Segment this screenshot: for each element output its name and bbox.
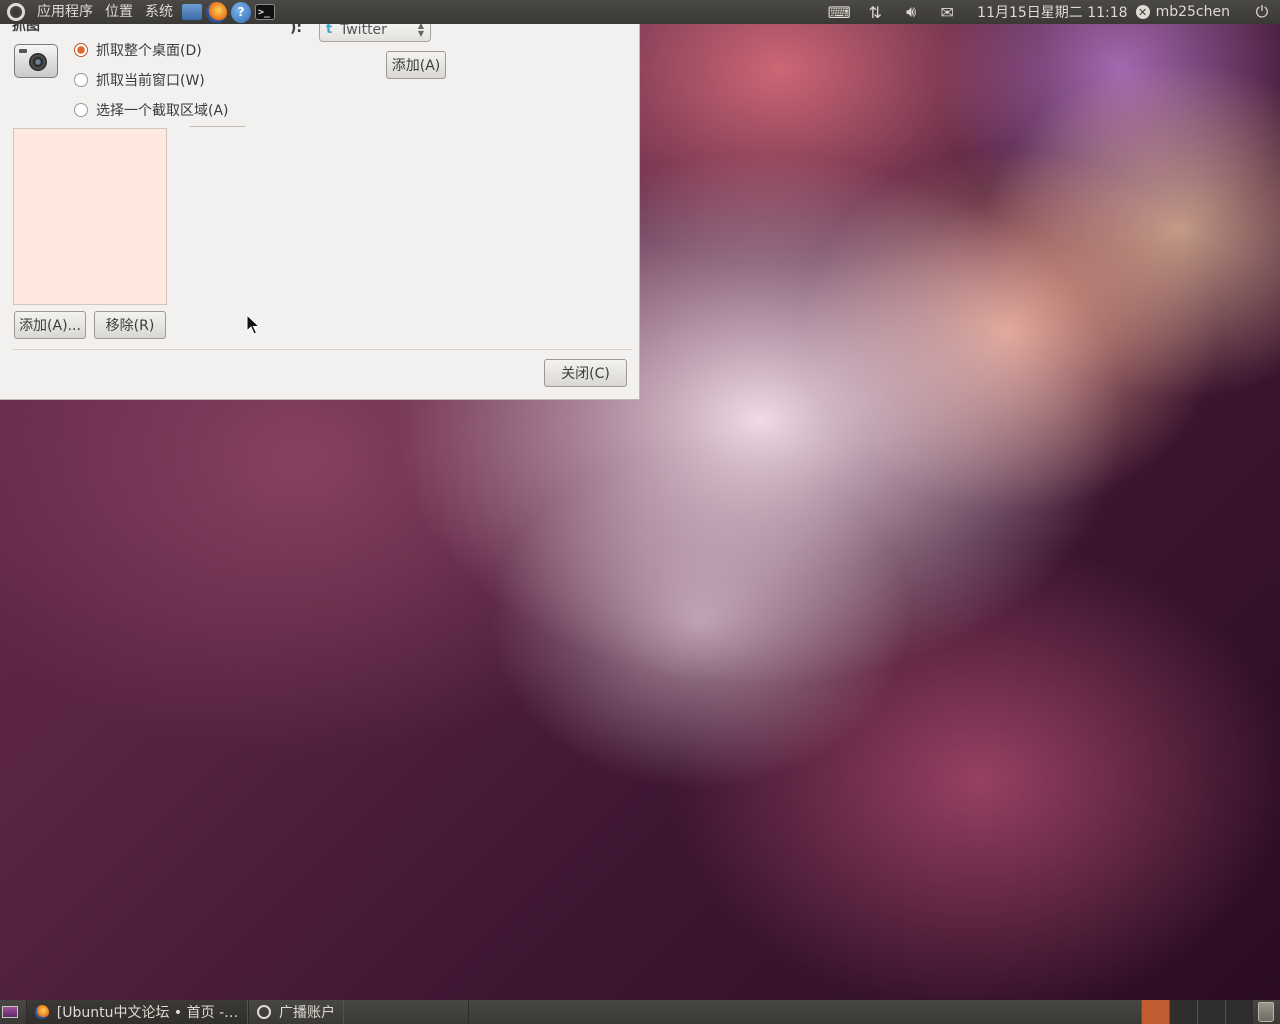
taskbar-empty-area xyxy=(468,1000,1138,1024)
help-launcher[interactable]: ? xyxy=(229,1,251,23)
add-button[interactable]: 添加(A)... xyxy=(14,311,86,339)
broadcast-icon xyxy=(257,1005,271,1019)
computer-launcher[interactable] xyxy=(181,1,203,23)
help-icon: ? xyxy=(231,1,251,23)
workspace-2[interactable] xyxy=(1169,1000,1197,1024)
user-menu[interactable]: ✕ mb25chen xyxy=(1135,4,1230,20)
task-firefox[interactable]: [Ubuntu中文论坛 • 首页 - ... xyxy=(26,1000,248,1024)
workspace-4[interactable] xyxy=(1225,1000,1253,1024)
network-icon[interactable]: ⇅ xyxy=(863,0,887,24)
menu-applications[interactable]: 应用程序 xyxy=(31,0,99,24)
mail-icon[interactable]: ✉ xyxy=(935,0,959,24)
terminal-launcher[interactable]: >_ xyxy=(253,1,275,23)
dialog-separator xyxy=(12,349,632,350)
divider xyxy=(190,126,245,127)
account-list[interactable] xyxy=(13,128,167,305)
select-arrows-icon: ▲ ▼ xyxy=(417,24,424,38)
bottom-panel: [Ubuntu中文论坛 • 首页 - ... 广播账户 xyxy=(0,1000,1280,1024)
radio-window[interactable] xyxy=(74,73,88,87)
power-icon[interactable]: ⏻ xyxy=(1250,0,1274,24)
top-panel: 应用程序 位置 系统 ? >_ ⌨ ⇅ 🔊︎ ✉ 11月15日星期二 11:18… xyxy=(0,0,1280,24)
panel-tray: ⌨ ⇅ 🔊︎ ✉ 11月15日星期二 11:18 ✕ mb25chen ⏻ xyxy=(821,0,1280,24)
provider-select-value: Twitter xyxy=(340,24,387,38)
terminal-icon: >_ xyxy=(255,4,275,20)
task-firefox-label: [Ubuntu中文论坛 • 首页 - ... xyxy=(56,1005,239,1021)
volume-icon[interactable]: 🔊︎ xyxy=(899,0,923,24)
provider-label: ): xyxy=(290,24,302,36)
task-broadcast-label: 广播账户 xyxy=(279,1005,335,1021)
twitter-icon: t xyxy=(326,24,333,37)
show-desktop-icon[interactable] xyxy=(2,1006,18,1018)
computer-icon xyxy=(182,4,202,20)
firefox-icon xyxy=(205,1,227,23)
firefox-launcher[interactable] xyxy=(205,1,227,23)
camera-icon xyxy=(14,44,58,78)
user-status-icon: ✕ xyxy=(1135,5,1150,19)
keyboard-icon[interactable]: ⌨ xyxy=(827,0,851,24)
add-account-button[interactable]: 添加(A) xyxy=(386,51,446,79)
radio-area[interactable] xyxy=(74,103,88,117)
capture-window-label: 抓取当前窗口(W) xyxy=(96,73,205,89)
mouse-cursor-icon xyxy=(246,314,260,335)
workspace-switcher[interactable] xyxy=(1141,1000,1253,1024)
workspace-1[interactable] xyxy=(1141,1000,1169,1024)
capture-area-label: 选择一个截取区域(A) xyxy=(96,103,229,119)
capture-window-option[interactable]: 抓取当前窗口(W) xyxy=(74,70,205,90)
ubuntu-logo-icon[interactable] xyxy=(7,3,25,21)
user-name: mb25chen xyxy=(1155,4,1230,20)
provider-select[interactable]: t Twitter ▲ ▼ xyxy=(319,24,431,42)
capture-desktop-label: 抓取整个桌面(D) xyxy=(96,43,202,59)
radio-desktop[interactable] xyxy=(74,43,88,57)
remove-button[interactable]: 移除(R) xyxy=(94,311,166,339)
menu-system[interactable]: 系统 xyxy=(139,0,179,24)
task-broadcast[interactable]: 广播账户 xyxy=(248,1000,344,1024)
workspace-3[interactable] xyxy=(1197,1000,1225,1024)
clock[interactable]: 11月15日星期二 11:18 xyxy=(977,2,1127,22)
close-button[interactable]: 关闭(C) xyxy=(544,359,627,387)
capture-area-option[interactable]: 选择一个截取区域(A) xyxy=(74,100,229,120)
menu-places[interactable]: 位置 xyxy=(99,0,139,24)
firefox-icon xyxy=(35,1005,49,1019)
trash-icon[interactable] xyxy=(1258,1002,1274,1022)
clipped-section-label: 抓图 xyxy=(12,24,40,34)
capture-desktop-option[interactable]: 抓取整个桌面(D) xyxy=(74,40,202,60)
screenshot-dialog: 抓图 抓取整个桌面(D) 抓取当前窗口(W) 选择一个截取区域(A) ): t … xyxy=(0,24,640,400)
